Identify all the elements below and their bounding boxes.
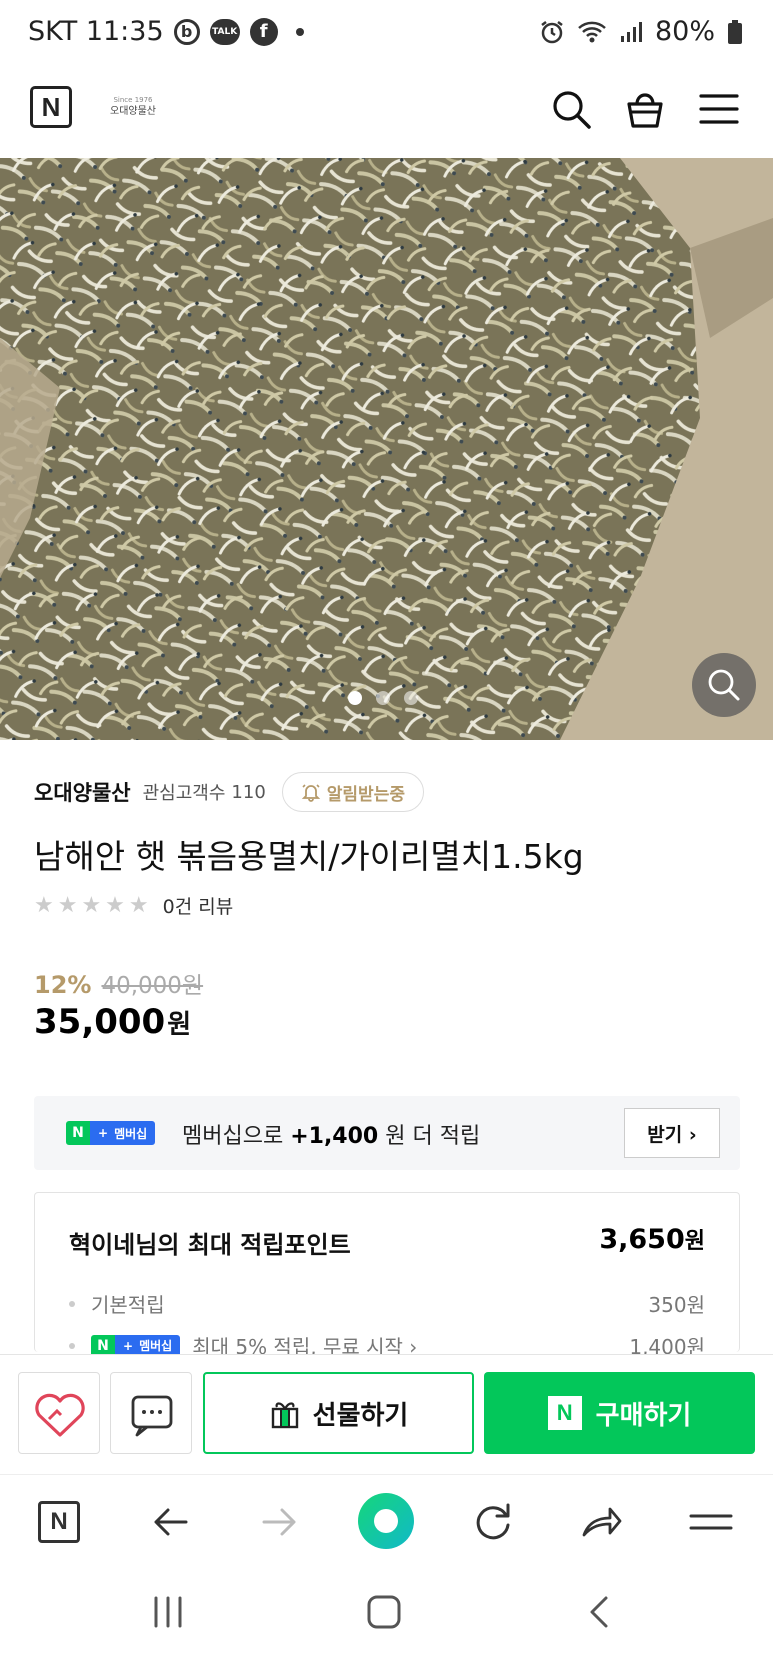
review-count: 0건 리뷰 bbox=[162, 896, 234, 918]
search-icon[interactable] bbox=[550, 88, 592, 130]
wishlist-button[interactable] bbox=[18, 1372, 100, 1454]
naver-home-logo[interactable]: N bbox=[30, 86, 72, 128]
status-left: SKT 11:35 b TALK f bbox=[28, 16, 304, 47]
status-bar: SKT 11:35 b TALK f 80% bbox=[0, 0, 773, 66]
alarm-icon bbox=[541, 20, 563, 43]
shop-logo-since: Since 1976 bbox=[113, 96, 153, 104]
badge-plus: + bbox=[98, 1126, 109, 1140]
naver-pay-n-icon: N bbox=[547, 1396, 582, 1430]
membership-text-suffix: 원 더 적립 bbox=[385, 1124, 481, 1149]
membership-bonus: +1,400 bbox=[290, 1124, 379, 1149]
zoom-search-icon bbox=[708, 669, 740, 701]
shop-logo[interactable]: Since 1976 오대양물산 bbox=[102, 94, 164, 126]
back-icon[interactable] bbox=[580, 1592, 620, 1632]
status-right: 80% bbox=[539, 16, 743, 47]
price-unit: 원 bbox=[167, 1010, 192, 1040]
battery-icon bbox=[728, 19, 742, 44]
membership-text: 멤버십으로 +1,400 원 더 적립 bbox=[182, 1118, 480, 1150]
pagination-dot[interactable] bbox=[376, 691, 390, 705]
heart-icon bbox=[35, 1393, 85, 1437]
kakaotalk-icon: TALK bbox=[209, 18, 240, 45]
forward-arrow-icon[interactable] bbox=[254, 1497, 304, 1547]
price-row: 35,000 원 bbox=[34, 1002, 191, 1042]
notification-toggle-button[interactable]: 알림받는중 bbox=[281, 772, 424, 812]
anchovy-photo bbox=[0, 158, 773, 740]
seller-name[interactable]: 오대양물산 bbox=[34, 777, 131, 807]
android-navigation-bar bbox=[0, 1568, 773, 1658]
facebook-icon: f bbox=[249, 17, 278, 46]
basic-points-value: 350원 bbox=[648, 1293, 705, 1317]
basic-points-text: 기본적립 bbox=[91, 1293, 165, 1317]
badge-n: N bbox=[66, 1121, 90, 1145]
wifi-icon bbox=[578, 21, 606, 42]
product-image[interactable] bbox=[0, 158, 773, 740]
badge-label: 멤버십 bbox=[114, 1126, 148, 1141]
follower-count: 110 bbox=[231, 781, 266, 803]
max-points-box: 혁이네님의 최대 적립포인트 3,650원 기본적립 350원 N + 멤버십 … bbox=[34, 1192, 740, 1359]
naver-home-icon[interactable]: N bbox=[38, 1501, 80, 1543]
points-total: 3,650원 bbox=[599, 1223, 705, 1255]
discount-rate: 12% bbox=[34, 971, 92, 999]
points-total-unit: 원 bbox=[684, 1229, 705, 1254]
original-price: 40,000원 bbox=[101, 973, 204, 999]
buy-button[interactable]: N 구매하기 bbox=[484, 1372, 755, 1454]
recent-apps-icon[interactable] bbox=[148, 1592, 188, 1632]
basic-points-label: 기본적립 bbox=[69, 1289, 165, 1318]
rating-row[interactable]: ★★★★★ 0건 리뷰 bbox=[34, 892, 233, 919]
browser-toolbar: N bbox=[0, 1474, 773, 1568]
product-title: 남해안 햇 볶음용멸치/가이리멸치1.5kg bbox=[34, 837, 584, 876]
refresh-icon[interactable] bbox=[468, 1497, 518, 1547]
gift-button[interactable]: 선물하기 bbox=[203, 1372, 474, 1454]
home-icon[interactable] bbox=[364, 1592, 404, 1632]
buy-label: 구매하기 bbox=[595, 1400, 692, 1431]
badge-plus: + bbox=[123, 1338, 134, 1353]
talk-talk-button[interactable] bbox=[110, 1372, 192, 1454]
membership-banner: N + 멤버십 멤버십으로 +1,400 원 더 적립 받기 › bbox=[34, 1096, 740, 1170]
pagination-dot[interactable] bbox=[404, 691, 418, 705]
b-app-icon: b bbox=[173, 18, 200, 45]
points-title: 혁이네님의 최대 적립포인트 bbox=[69, 1231, 351, 1259]
gift-icon bbox=[271, 1402, 298, 1429]
battery-percent: 80% bbox=[654, 16, 715, 47]
browser-menu-icon[interactable] bbox=[686, 1497, 736, 1547]
gift-label: 선물하기 bbox=[312, 1400, 409, 1431]
membership-text-prefix: 멤버십으로 bbox=[182, 1124, 284, 1149]
points-total-value: 3,650 bbox=[599, 1224, 685, 1255]
receive-button[interactable]: 받기 › bbox=[624, 1108, 720, 1158]
carrier-time: SKT 11:35 bbox=[28, 16, 164, 47]
signal-icon bbox=[620, 21, 642, 42]
header: N Since 1976 오대양물산 bbox=[0, 66, 773, 158]
follower-label: 관심고객수 bbox=[142, 783, 226, 804]
chat-bubble-icon bbox=[131, 1395, 173, 1437]
shop-logo-text: 오대양물산 bbox=[110, 106, 156, 117]
discount-row: 12% 40,000원 bbox=[34, 966, 203, 1000]
badge-label: 멤버십 bbox=[139, 1339, 173, 1353]
sale-price: 35,000 bbox=[34, 1002, 166, 1042]
image-pagination bbox=[348, 691, 418, 705]
badge-blue-part: + 멤버십 bbox=[90, 1121, 156, 1145]
rating-stars: ★★★★★ bbox=[34, 893, 153, 918]
bell-icon bbox=[301, 784, 320, 802]
notify-label: 알림받는중 bbox=[326, 784, 405, 805]
seller-row: 오대양물산 관심고객수 110 알림받는중 bbox=[34, 770, 424, 814]
notification-dot-icon bbox=[295, 27, 304, 36]
naver-plus-membership-badge: N + 멤버십 bbox=[66, 1121, 156, 1145]
zoom-button[interactable] bbox=[692, 653, 756, 717]
cart-icon[interactable] bbox=[624, 88, 666, 130]
menu-icon[interactable] bbox=[698, 88, 740, 130]
purchase-action-bar: 선물하기 N 구매하기 bbox=[0, 1354, 773, 1474]
back-arrow-icon[interactable] bbox=[146, 1497, 196, 1547]
pagination-dot[interactable] bbox=[348, 691, 362, 705]
share-icon[interactable] bbox=[576, 1497, 626, 1547]
green-dot-icon[interactable] bbox=[356, 1491, 416, 1551]
